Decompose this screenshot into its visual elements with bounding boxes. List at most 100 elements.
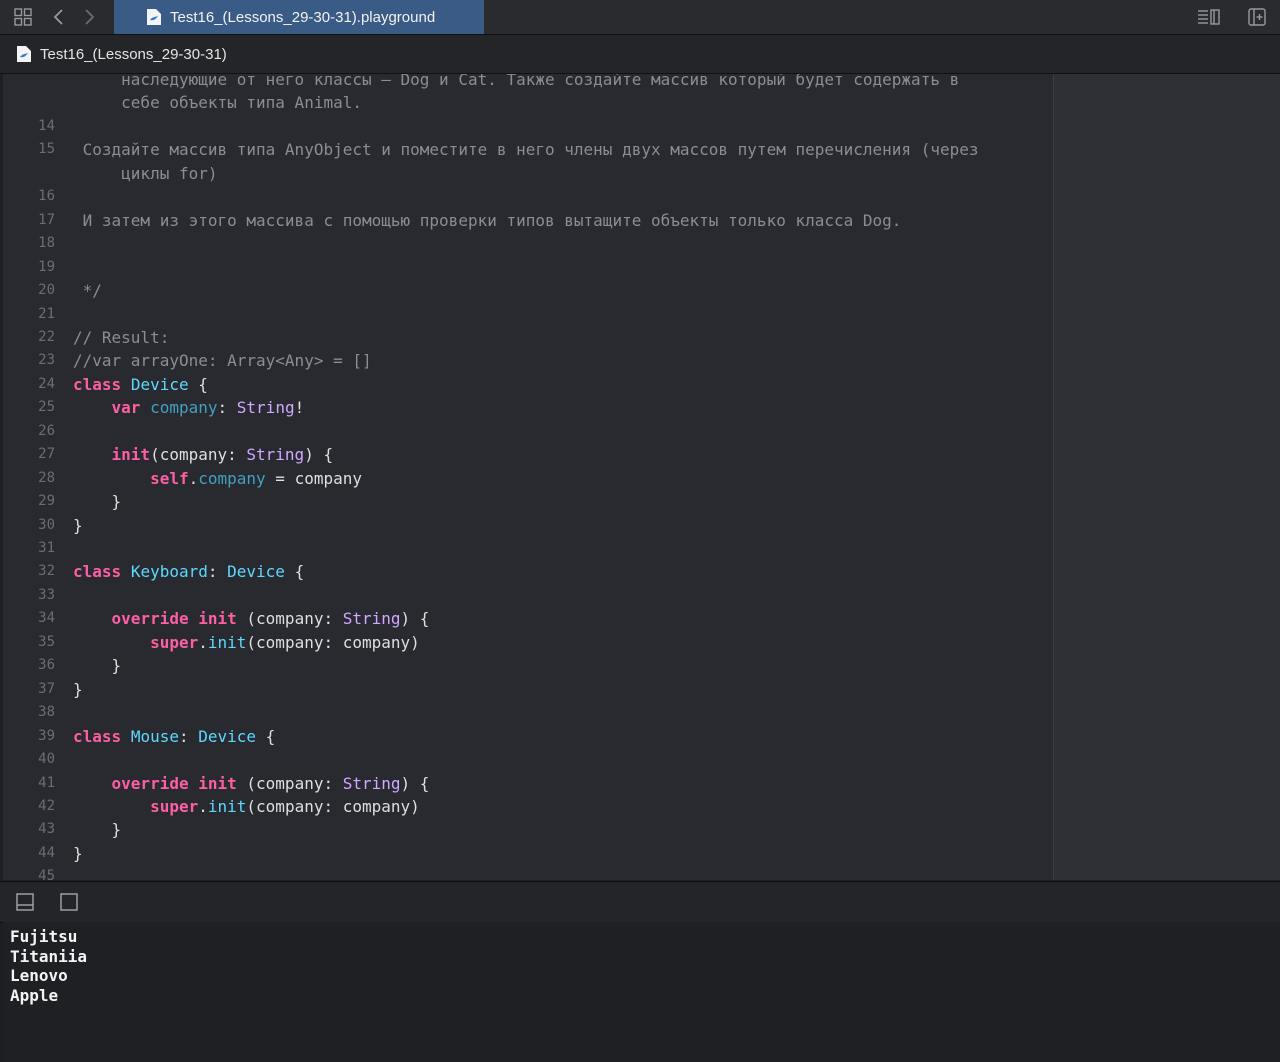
line-number: 31 — [38, 540, 55, 556]
code-text: И затем из этого массива с помощью прове… — [73, 209, 902, 232]
code-editor[interactable]: наследующие от него классы — Dog и Cat. … — [3, 74, 1053, 880]
code-text: */ — [73, 279, 102, 302]
line-number: 36 — [38, 657, 55, 674]
console-toggle-icon[interactable] — [59, 892, 79, 912]
code-line: 20 */ — [3, 279, 1053, 302]
code-token: наследующие от него классы — Dog и Cat. … — [73, 74, 960, 89]
code-token: company — [198, 468, 266, 488]
code-token: init — [198, 773, 237, 793]
code-line: 19 — [3, 256, 1053, 279]
code-token: } — [73, 656, 122, 676]
code-token: self — [150, 468, 189, 488]
code-line: 16 — [3, 185, 1053, 208]
code-token: init — [198, 609, 237, 629]
code-token: override — [111, 773, 189, 793]
code-token: циклы for) — [73, 163, 218, 183]
code-token: company — [150, 398, 218, 418]
code-token: class — [73, 374, 122, 394]
code-token: } — [73, 515, 83, 535]
code-token: : — [178, 726, 199, 746]
code-token: */ — [73, 281, 102, 301]
line-number: 32 — [38, 563, 55, 580]
line-number: 14 — [38, 117, 55, 134]
line-number: 22 — [38, 328, 55, 345]
console-output[interactable]: Fujitsu Titaniia Lenovo Apple — [3, 922, 1280, 1062]
code-token: var — [111, 398, 141, 418]
playground-file-icon — [17, 46, 31, 62]
code-token: Device — [198, 726, 257, 746]
results-sidebar — [1053, 74, 1280, 880]
line-number: 24 — [38, 375, 55, 392]
line-number: 21 — [38, 305, 55, 322]
code-token: Mouse — [130, 726, 179, 746]
console-line: Fujitsu — [10, 927, 78, 946]
code-text: override init (company: String) { — [73, 607, 430, 630]
code-token: super — [150, 796, 199, 816]
line-number: 35 — [38, 633, 55, 650]
back-icon[interactable] — [48, 0, 70, 34]
line-number: 29 — [38, 493, 55, 510]
hide-debug-area-icon[interactable] — [15, 892, 35, 912]
code-token: init — [207, 632, 247, 652]
line-number: 37 — [38, 680, 55, 697]
code-text: init(company: String) { — [73, 443, 334, 466]
line-number: 43 — [38, 821, 55, 838]
code-line: 27 init(company: String) { — [3, 443, 1053, 466]
code-text: super.init(company: company) — [73, 795, 420, 818]
code-token: String — [246, 445, 305, 465]
code-token: class — [73, 562, 122, 582]
line-number: 20 — [38, 282, 55, 299]
jumpbar-title[interactable]: Test16_(Lessons_29-30-31) — [40, 46, 227, 63]
editor-options-icon[interactable] — [1194, 0, 1224, 34]
jump-bar: Test16_(Lessons_29-30-31) — [0, 35, 1280, 74]
code-token: String — [342, 609, 401, 629]
add-editor-icon[interactable] — [1244, 0, 1270, 34]
code-line: себе объекты типа Animal. — [3, 91, 1053, 114]
line-number: 26 — [38, 422, 55, 439]
code-line: 29 } — [3, 490, 1053, 513]
line-number: 44 — [38, 844, 55, 861]
line-number: 27 — [38, 446, 55, 463]
code-token: super — [150, 632, 199, 652]
line-number: 23 — [38, 352, 55, 369]
code-text: class Device { — [73, 373, 208, 396]
code-text: //var arrayOne: Array<Any> = [] — [73, 349, 372, 372]
code-token: = company — [265, 468, 362, 488]
code-token: } — [73, 843, 83, 863]
line-number: 19 — [38, 258, 55, 275]
code-line: 23 //var arrayOne: Array<Any> = [] — [3, 349, 1053, 372]
forward-icon[interactable] — [78, 0, 100, 34]
code-token: } — [73, 820, 122, 840]
code-text: } — [73, 654, 122, 677]
line-number: 33 — [38, 586, 55, 603]
code-text: наследующие от него классы — Dog и Cat. … — [73, 74, 959, 91]
code-line: 38 — [3, 701, 1053, 724]
code-line: 17 И затем из этого массива с помощью пр… — [3, 209, 1053, 232]
code-token: ) { — [400, 609, 430, 629]
tab-title: Test16_(Lessons_29-30-31).playground — [170, 8, 436, 26]
code-token: . — [188, 468, 199, 488]
code-token: ) { — [304, 445, 334, 465]
line-number: 45 — [38, 868, 55, 880]
code-token: //var arrayOne: Array<Any> = [] — [73, 351, 372, 371]
grid-icon[interactable] — [10, 0, 36, 34]
tab-playground[interactable]: Test16_(Lessons_29-30-31).playground — [114, 0, 484, 34]
code-token: (company: — [150, 445, 247, 465]
code-line: 44} — [3, 842, 1053, 865]
code-token: Device — [130, 374, 189, 394]
code-token: String — [236, 398, 295, 418]
line-number: 15 — [38, 141, 55, 158]
code-token: . — [198, 796, 208, 816]
code-text: Создайте массив типа AnyObject и помести… — [73, 138, 979, 161]
code-token: init — [111, 445, 151, 465]
line-number: 38 — [38, 704, 55, 721]
code-token: . — [198, 632, 208, 652]
code-line: 41 override init (company: String) { — [3, 772, 1053, 795]
code-text: } — [73, 514, 83, 537]
